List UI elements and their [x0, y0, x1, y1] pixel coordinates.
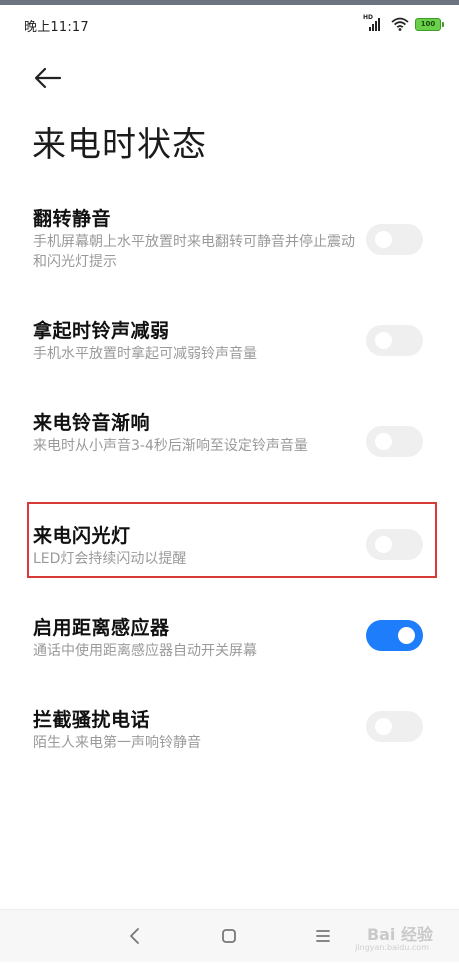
setting-row-ringtone-crescendo[interactable]: 来电铃音渐响 来电时从小声音3-4秒后渐响至设定铃声音量	[0, 404, 459, 484]
signal-icon: HD	[363, 14, 385, 32]
screen: 晚上11:17 HD 100 来电时状态 翻转静音 手机屏幕朝上水平放置时来电翻…	[0, 5, 459, 964]
battery-level: 100	[420, 19, 436, 28]
setting-desc: 来电时从小声音3-4秒后渐响至设定铃声音量	[33, 438, 308, 454]
status-icons: HD 100	[363, 14, 444, 33]
back-button[interactable]	[30, 63, 66, 93]
setting-title: 启用距离感应器	[33, 617, 170, 639]
setting-row-block-spam-calls[interactable]: 拦截骚扰电话 陌生人来电第一声响铃静音	[0, 701, 459, 761]
flip-mute-toggle[interactable]	[366, 224, 423, 255]
setting-row-proximity-sensor[interactable]: 启用距离感应器 通话中使用距离感应器自动开关屏幕	[0, 609, 459, 669]
setting-row-flip-mute[interactable]: 翻转静音 手机屏幕朝上水平放置时来电翻转可静音并停止震动和闪光灯提示	[0, 200, 459, 280]
status-time: 晚上11:17	[24, 20, 89, 35]
watermark: Bai 经验	[366, 925, 433, 944]
setting-row-pickup-quiet[interactable]: 拿起时铃声减弱 手机水平放置时拿起可减弱铃声音量	[0, 312, 459, 372]
setting-desc: 手机屏幕朝上水平放置时来电翻转可静音并停止震动和闪光灯提示	[33, 234, 355, 270]
setting-desc: 陌生人来电第一声响铃静音	[33, 735, 201, 751]
menu-nav-icon[interactable]	[311, 924, 335, 948]
setting-title: 翻转静音	[33, 208, 112, 230]
setting-title: 来电铃音渐响	[33, 412, 151, 434]
pickup-quiet-toggle[interactable]	[366, 325, 423, 356]
block-spam-calls-toggle[interactable]	[366, 711, 423, 742]
page-title: 来电时状态	[32, 125, 207, 165]
home-nav-icon[interactable]	[217, 924, 241, 948]
setting-title: 拦截骚扰电话	[33, 709, 151, 731]
proximity-sensor-toggle[interactable]	[366, 620, 423, 651]
wifi-icon	[391, 17, 409, 31]
watermark-url: jingyan.baidu.com	[355, 943, 429, 952]
setting-desc: 手机水平放置时拿起可减弱铃声音量	[33, 346, 257, 362]
setting-desc: 通话中使用距离感应器自动开关屏幕	[33, 643, 257, 659]
status-bar: 晚上11:17 HD 100	[0, 5, 459, 45]
battery-icon: 100	[415, 17, 444, 31]
setting-title: 拿起时铃声减弱	[33, 320, 170, 342]
arrow-left-icon	[34, 67, 62, 89]
ringtone-crescendo-toggle[interactable]	[366, 426, 423, 457]
back-nav-icon[interactable]	[123, 924, 147, 948]
highlight-box	[27, 502, 437, 578]
